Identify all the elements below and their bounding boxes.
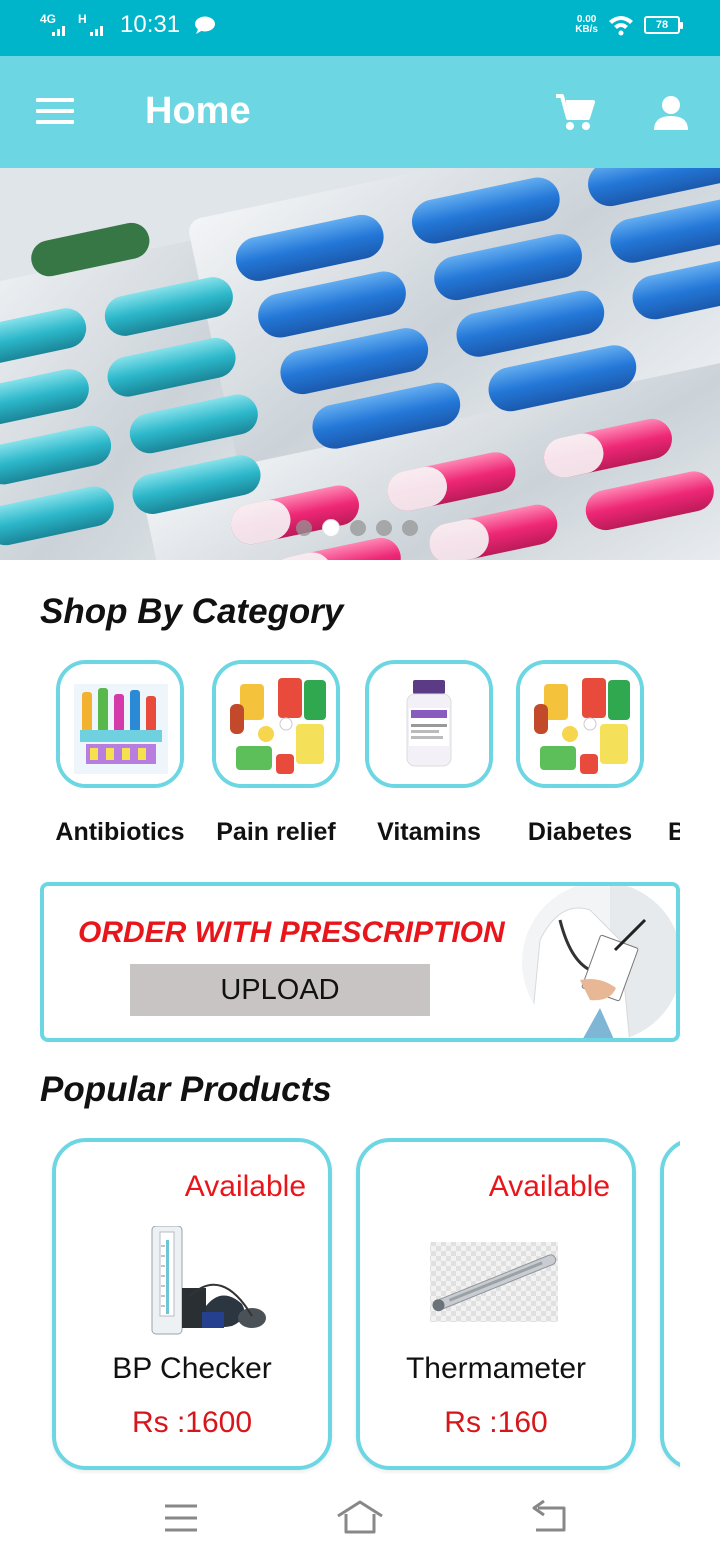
product-card-bp-checker[interactable]: Available BP Checker Rs :1600	[52, 1138, 332, 1470]
network-type-label: 4G	[40, 12, 57, 26]
availability-status: Available	[184, 1170, 306, 1203]
network-speed: 0.00 KB/s	[575, 15, 598, 35]
product-name: Thermameter	[405, 1352, 587, 1385]
product-card-thermometer[interactable]: Available Thermameter Rs :160	[356, 1138, 636, 1470]
battery-level: 78	[655, 19, 669, 31]
category-label: B	[668, 818, 680, 846]
pills-assortment-icon	[216, 664, 336, 784]
product-price: Rs :1600	[131, 1406, 253, 1439]
product-name: BP Checker	[112, 1352, 272, 1385]
upload-button[interactable]: UPLOAD	[130, 964, 430, 1016]
cart-icon[interactable]	[554, 92, 596, 132]
carousel-dot[interactable]	[350, 520, 366, 536]
battery-icon: 78	[644, 16, 683, 34]
category-thumbnail	[56, 660, 184, 788]
lab-vials-icon	[60, 664, 180, 784]
app-bar: Home	[0, 56, 720, 168]
category-thumbnail	[365, 660, 493, 788]
banner-carousel[interactable]	[0, 168, 720, 560]
menu-icon[interactable]	[36, 98, 76, 126]
category-partial[interactable]: B	[668, 660, 680, 847]
network-type-label-2: H	[78, 12, 87, 26]
product-card-partial[interactable]	[660, 1138, 680, 1470]
category-pain-relief[interactable]: Pain relief	[196, 660, 356, 847]
carousel-dot[interactable]	[296, 520, 312, 536]
system-navigation-bar	[0, 1476, 720, 1560]
category-diabetes[interactable]: Diabetes	[500, 660, 660, 847]
category-label: Diabetes	[527, 818, 633, 846]
category-thumbnail	[516, 660, 644, 788]
recents-icon[interactable]	[157, 1498, 205, 1538]
medicine-capsules-image	[0, 168, 720, 560]
carousel-dot-active[interactable]	[322, 519, 340, 537]
shop-by-category-heading: Shop By Category	[40, 592, 344, 631]
wifi-icon	[609, 16, 633, 36]
status-bar: 4G H 10:31 0.00 KB/s 78	[0, 0, 720, 56]
speed-unit: KB/s	[575, 24, 598, 35]
pills-assortment-icon	[520, 664, 640, 784]
category-vitamins[interactable]: Vitamins	[349, 660, 509, 847]
thermometer-image	[430, 1242, 558, 1322]
status-time: 10:31	[120, 11, 181, 38]
page-title: Home	[145, 90, 251, 132]
home-icon[interactable]	[336, 1498, 384, 1538]
doctor-image	[522, 886, 676, 1038]
back-icon[interactable]	[524, 1498, 572, 1538]
signal-4g-icon: 4G	[40, 10, 70, 40]
availability-status: Available	[488, 1170, 610, 1203]
category-antibiotics[interactable]: Antibiotics	[40, 660, 200, 847]
vitamin-bottle-icon	[369, 664, 489, 784]
category-label: Antibiotics	[55, 818, 185, 846]
prescription-title: ORDER WITH PRESCRIPTION	[78, 916, 505, 949]
product-price: Rs :160	[444, 1406, 548, 1439]
prescription-card: ORDER WITH PRESCRIPTION UPLOAD	[40, 882, 680, 1042]
carousel-dot[interactable]	[402, 520, 418, 536]
signal-h-icon: H	[78, 10, 108, 40]
profile-icon[interactable]	[652, 94, 690, 132]
product-list[interactable]: Available BP Checker Rs :1600 Available	[0, 1138, 680, 1474]
category-list[interactable]: Antibiotics Pain relief Vitamins Diabete…	[0, 660, 680, 860]
popular-products-heading: Popular Products	[40, 1070, 332, 1109]
category-label: Vitamins	[377, 818, 481, 846]
bp-checker-image	[151, 1226, 266, 1335]
category-thumbnail	[212, 660, 340, 788]
carousel-dot[interactable]	[376, 520, 392, 536]
message-notification-icon	[195, 16, 216, 34]
category-label: Pain relief	[216, 818, 336, 846]
carousel-indicators[interactable]	[296, 519, 418, 537]
